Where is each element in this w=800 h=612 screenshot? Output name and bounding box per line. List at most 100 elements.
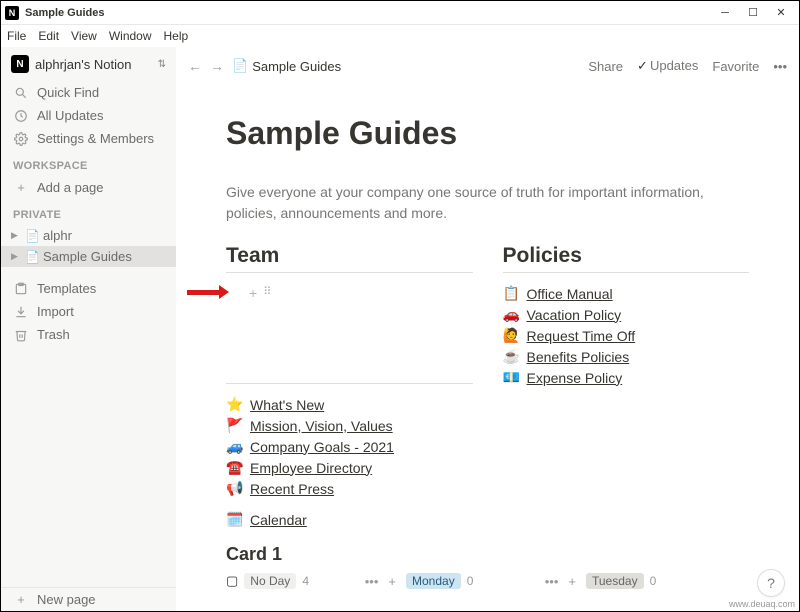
sidebar-page-alphr[interactable]: ▶ 📄 alphr <box>1 225 176 246</box>
content-area: ← → 📄 Sample Guides Share ✓Updates Favor… <box>176 47 799 611</box>
money-icon: 💶 <box>503 369 521 386</box>
car-icon: 🚗 <box>503 306 521 323</box>
templates-icon <box>13 282 29 296</box>
section-private: PRIVATE <box>1 199 176 225</box>
more-menu-button[interactable]: ••• <box>773 59 787 74</box>
import[interactable]: Import <box>1 300 176 323</box>
clipboard-icon: 📋 <box>503 285 521 302</box>
download-icon <box>13 305 29 319</box>
phone-icon: ☎️ <box>226 459 244 476</box>
section-workspace: WORKSPACE <box>1 150 176 176</box>
board-count: 0 <box>650 574 657 588</box>
all-updates[interactable]: All Updates <box>1 104 176 127</box>
column-more-icon[interactable]: ••• <box>545 574 559 589</box>
new-page-button[interactable]: + New page <box>1 588 176 611</box>
link-vacation[interactable]: 🚗Vacation Policy <box>503 304 750 325</box>
link-whats-new[interactable]: ⭐What's New <box>226 394 473 415</box>
link-benefits[interactable]: ☕Benefits Policies <box>503 346 750 367</box>
page-icon: 📄 <box>232 58 248 74</box>
checkbox-icon: ▢ <box>226 573 238 589</box>
disclosure-triangle-icon[interactable]: ▶ <box>11 251 23 262</box>
board-tag[interactable]: Monday <box>406 573 461 589</box>
divider <box>226 272 473 273</box>
search-icon <box>13 86 29 100</box>
link-press[interactable]: 📢Recent Press <box>226 478 473 499</box>
star-icon: ⭐ <box>226 396 244 413</box>
disclosure-triangle-icon[interactable]: ▶ <box>11 230 23 241</box>
divider <box>503 272 750 273</box>
back-button[interactable]: ← <box>188 58 202 74</box>
titlebar: N Sample Guides ─ ☐ ✕ <box>1 1 799 25</box>
topbar: ← → 📄 Sample Guides Share ✓Updates Favor… <box>176 47 799 85</box>
updates-button[interactable]: ✓Updates <box>637 58 698 74</box>
close-button[interactable]: ✕ <box>767 3 795 23</box>
add-block-icon[interactable]: + <box>249 285 257 301</box>
board-count: 4 <box>302 574 309 588</box>
workspace-switcher[interactable]: N alphrjan's Notion ⇅ <box>1 47 176 81</box>
watermark: www.deuaq.com <box>729 599 795 609</box>
menu-help[interactable]: Help <box>164 29 189 43</box>
favorite-button[interactable]: Favorite <box>712 59 759 74</box>
quick-find[interactable]: Quick Find <box>1 81 176 104</box>
link-office-manual[interactable]: 📋Office Manual <box>503 283 750 304</box>
car-icon: 🚙 <box>226 438 244 455</box>
board-tag[interactable]: No Day <box>244 573 296 589</box>
board-title[interactable]: Card 1 <box>226 544 473 565</box>
notion-app-icon: N <box>5 6 19 20</box>
forward-button[interactable]: → <box>210 58 224 74</box>
window-title: Sample Guides <box>25 7 711 19</box>
add-card-icon[interactable]: + <box>388 574 396 589</box>
sidebar-page-sample-guides[interactable]: ▶ 📄 Sample Guides <box>1 246 176 267</box>
chevron-updown-icon: ⇅ <box>158 59 166 70</box>
policies-heading[interactable]: Policies <box>503 244 750 268</box>
link-timeoff[interactable]: 🙋Request Time Off <box>503 325 750 346</box>
breadcrumb[interactable]: 📄 Sample Guides <box>232 58 341 74</box>
templates[interactable]: Templates <box>1 277 176 300</box>
menu-window[interactable]: Window <box>109 29 152 43</box>
menubar: File Edit View Window Help <box>1 25 799 47</box>
plus-icon: + <box>13 180 29 195</box>
sidebar: N alphrjan's Notion ⇅ Quick Find All Upd… <box>1 47 176 611</box>
column-more-icon[interactable]: ••• <box>365 574 379 589</box>
flag-icon: 🚩 <box>226 417 244 434</box>
menu-file[interactable]: File <box>7 29 26 43</box>
plus-icon: + <box>13 592 29 607</box>
divider <box>226 383 473 384</box>
clock-icon <box>13 109 29 123</box>
board-col-tuesday: Tuesday 0 <box>586 571 736 591</box>
add-page-workspace[interactable]: + Add a page <box>1 176 176 199</box>
minimize-button[interactable]: ─ <box>711 3 739 23</box>
team-heading[interactable]: Team <box>226 244 473 268</box>
workspace-icon: N <box>11 55 29 73</box>
trash-icon <box>13 328 29 342</box>
maximize-button[interactable]: ☐ <box>739 3 767 23</box>
gear-icon <box>13 132 29 146</box>
megaphone-icon: 📢 <box>226 480 244 497</box>
board-col-noday: ▢ No Day 4 ••• + <box>226 571 396 591</box>
board-col-monday: Monday 0 ••• + <box>406 571 576 591</box>
check-icon: ✓ <box>637 58 648 73</box>
page-icon: 📄 <box>25 250 39 264</box>
link-goals[interactable]: 🚙Company Goals - 2021 <box>226 436 473 457</box>
link-mission[interactable]: 🚩Mission, Vision, Values <box>226 415 473 436</box>
add-card-icon[interactable]: + <box>568 574 576 589</box>
help-button[interactable]: ? <box>757 569 785 597</box>
drag-handle-icon[interactable]: ⠿ <box>263 285 269 301</box>
page-body: Sample Guides Give everyone at your comp… <box>176 85 799 611</box>
raise-hand-icon: 🙋 <box>503 327 521 344</box>
trash[interactable]: Trash <box>1 323 176 346</box>
board-view: ▢ No Day 4 ••• + Monday 0 ••• + Tuesday … <box>226 571 749 591</box>
page-title[interactable]: Sample Guides <box>226 115 749 152</box>
page-description[interactable]: Give everyone at your company one source… <box>226 182 749 224</box>
settings-members[interactable]: Settings & Members <box>1 127 176 150</box>
link-directory[interactable]: ☎️Employee Directory <box>226 457 473 478</box>
menu-view[interactable]: View <box>71 29 97 43</box>
board-tag[interactable]: Tuesday <box>586 573 644 589</box>
share-button[interactable]: Share <box>588 59 623 74</box>
menu-edit[interactable]: Edit <box>38 29 59 43</box>
page-icon: 📄 <box>25 229 39 243</box>
board-count: 0 <box>467 574 474 588</box>
link-expense[interactable]: 💶Expense Policy <box>503 367 750 388</box>
calendar-icon: 🗓️ <box>226 511 244 528</box>
link-calendar[interactable]: 🗓️Calendar <box>226 509 473 530</box>
